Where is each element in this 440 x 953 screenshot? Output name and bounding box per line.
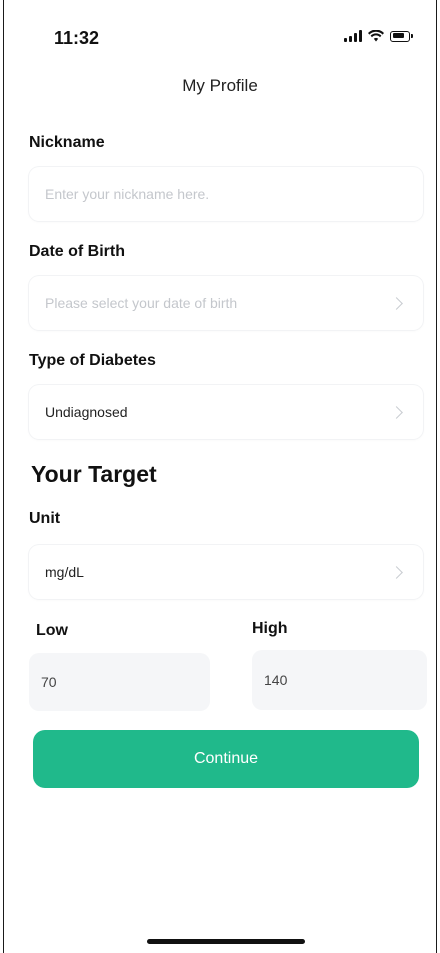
chevron-right-icon: [390, 565, 403, 579]
target-section-title: Your Target: [31, 461, 157, 487]
battery-icon: [390, 30, 413, 42]
home-indicator: [147, 939, 305, 944]
dob-placeholder: Please select your date of birth: [45, 295, 238, 311]
nickname-field[interactable]: [29, 167, 423, 221]
nickname-label: Nickname: [29, 134, 105, 151]
signal-icon: [344, 30, 362, 42]
continue-button[interactable]: Continue: [33, 730, 419, 788]
chevron-right-icon: [390, 405, 403, 419]
high-input[interactable]: [262, 671, 417, 689]
diabetes-type-selector[interactable]: Undiagnosed: [29, 385, 423, 439]
status-bar: 11:32: [4, 0, 436, 70]
diabetes-type-value: Undiagnosed: [45, 404, 128, 420]
phone-screen: 11:32 My Profile Nickname Date of Birth …: [3, 0, 437, 953]
dob-selector[interactable]: Please select your date of birth: [29, 276, 423, 330]
unit-value: mg/dL: [45, 564, 84, 580]
nickname-input[interactable]: [45, 186, 407, 202]
low-input[interactable]: [39, 673, 200, 691]
wifi-icon: [368, 30, 384, 42]
dob-label: Date of Birth: [29, 243, 125, 260]
low-field[interactable]: [29, 653, 210, 711]
chevron-right-icon: [390, 296, 403, 310]
status-icons: [344, 30, 413, 42]
page-title: My Profile: [182, 76, 258, 95]
low-label: Low: [36, 622, 68, 639]
unit-label: Unit: [29, 510, 61, 527]
high-label: High: [252, 620, 288, 637]
status-time: 11:32: [54, 28, 100, 48]
high-field[interactable]: [252, 650, 427, 710]
unit-selector[interactable]: mg/dL: [29, 545, 423, 599]
diabetes-type-label: Type of Diabetes: [29, 352, 156, 369]
